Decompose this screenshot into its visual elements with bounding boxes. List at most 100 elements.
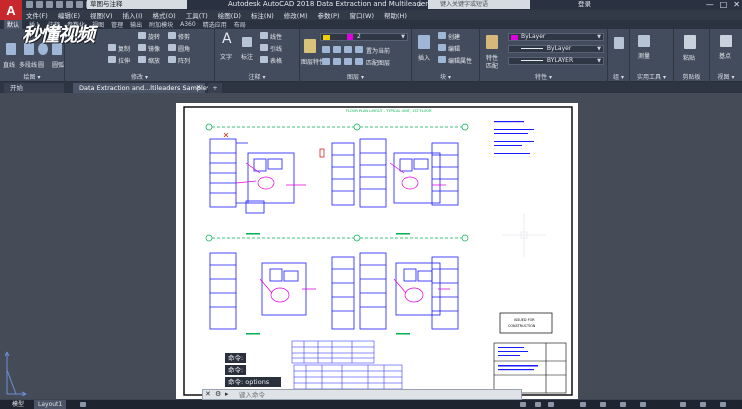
menu-tools[interactable]: 工具(T): [186, 10, 208, 20]
menu-view[interactable]: 视图(V): [90, 10, 113, 20]
modify-group-label[interactable]: 修改 ▾: [65, 72, 214, 81]
command-line[interactable]: ✕ ⚙ ▸: [202, 389, 522, 400]
menu-edit[interactable]: 编辑(E): [58, 10, 80, 20]
tab-layout[interactable]: 布局: [234, 20, 246, 29]
tab-drawing[interactable]: Data Extraction and...ltileaders Sample*…: [73, 83, 210, 93]
new-tab-button[interactable]: +: [208, 83, 222, 93]
tab-output[interactable]: 输出: [130, 20, 142, 29]
snap-icon[interactable]: [548, 402, 554, 407]
linear-icon[interactable]: [260, 32, 268, 39]
trim-icon[interactable]: [168, 32, 176, 39]
new-file-icon[interactable]: [26, 1, 33, 8]
ortho-icon[interactable]: [580, 402, 586, 407]
wrench-icon[interactable]: ⚙: [215, 390, 221, 399]
drawing-canvas[interactable]: FLOOR PLAN LAYOUT - TYPICAL UNIT, 1ST FL…: [0, 93, 742, 399]
make-current-icon[interactable]: [355, 46, 363, 53]
polyline-tool-label[interactable]: 多段线: [19, 60, 37, 69]
menu-insert[interactable]: 插入(I): [123, 10, 143, 20]
print-icon[interactable]: [66, 1, 73, 8]
login-button[interactable]: 登录: [578, 0, 591, 9]
stretch-label[interactable]: 拉伸: [118, 56, 130, 65]
linetype-dropdown[interactable]: ByLayer ▼: [508, 45, 604, 53]
grid-icon[interactable]: [535, 402, 541, 407]
workspace-icon[interactable]: [700, 402, 706, 407]
lineweight-dropdown[interactable]: BYLAYER ▼: [508, 57, 604, 65]
groups-group-label[interactable]: 组 ▾: [608, 72, 629, 81]
menu-draw[interactable]: 绘图(D): [218, 10, 241, 20]
arc-tool-label[interactable]: 圆弧: [52, 60, 64, 69]
menu-help[interactable]: 帮助(H): [384, 10, 407, 20]
text-icon[interactable]: A: [222, 31, 232, 47]
copy-icon[interactable]: [108, 44, 116, 51]
close-button[interactable]: ✕: [733, 0, 740, 9]
command-input[interactable]: [239, 390, 519, 399]
fillet-label[interactable]: 圆角: [178, 44, 190, 53]
layers-group-label[interactable]: 图层 ▾: [300, 72, 411, 81]
add-layout-icon[interactable]: [80, 402, 86, 407]
table-icon[interactable]: [260, 56, 268, 63]
group-icon[interactable]: [614, 37, 624, 49]
line-tool-label[interactable]: 直线: [3, 60, 15, 69]
close-tab-icon[interactable]: ✕: [196, 83, 201, 93]
view-group-label[interactable]: 视图 ▾: [710, 72, 742, 81]
undo-icon[interactable]: [76, 1, 83, 8]
layer-tool-icon[interactable]: [322, 58, 330, 65]
tab-addins[interactable]: 附加模块: [149, 20, 173, 29]
layout-tab[interactable]: Layout1: [34, 400, 67, 409]
array-label[interactable]: 阵列: [178, 56, 190, 65]
workspace-switcher[interactable]: 草图与注释: [87, 0, 187, 9]
menu-modify[interactable]: 修改(M): [284, 10, 308, 20]
edit-attributes-label[interactable]: 编辑属性: [448, 56, 472, 65]
insert-block-icon[interactable]: [418, 35, 430, 49]
minimize-button[interactable]: —: [706, 0, 714, 9]
block-group-label[interactable]: 块 ▾: [412, 72, 479, 81]
scale-label[interactable]: 缩放: [148, 56, 160, 65]
menu-dimension[interactable]: 标注(N): [251, 10, 274, 20]
paste-icon[interactable]: [684, 35, 696, 49]
paper-space-icon[interactable]: [520, 402, 526, 407]
create-block-label[interactable]: 创建: [448, 32, 460, 41]
properties-group-label[interactable]: 特性 ▾: [480, 72, 607, 81]
linear-label[interactable]: 线性: [270, 32, 282, 41]
search-input[interactable]: 键入关键字或短语: [428, 0, 530, 9]
scale-icon[interactable]: [138, 56, 146, 63]
model-tab[interactable]: 模型: [8, 400, 28, 409]
fillet-icon[interactable]: [168, 44, 176, 51]
mirror-label[interactable]: 镜像: [148, 44, 160, 53]
measure-icon[interactable]: [638, 35, 650, 47]
properties-icon[interactable]: [486, 35, 498, 49]
maximize-button[interactable]: □: [720, 0, 728, 9]
table-label[interactable]: 表格: [270, 56, 282, 65]
layer-tool-icon[interactable]: [322, 46, 330, 53]
measure-label[interactable]: 测量: [638, 51, 650, 60]
customize-icon[interactable]: [720, 402, 726, 407]
stretch-icon[interactable]: [108, 56, 116, 63]
rotate-icon[interactable]: [138, 32, 146, 39]
lineweight-icon[interactable]: [640, 402, 646, 407]
polar-icon[interactable]: [600, 402, 606, 407]
save-as-icon[interactable]: [56, 1, 63, 8]
paste-label[interactable]: 粘贴: [683, 53, 695, 62]
tab-manage[interactable]: 管理: [111, 20, 123, 29]
command-prompt-icon[interactable]: ▸: [225, 390, 229, 399]
layer-tool-icon[interactable]: [344, 46, 352, 53]
copy-label[interactable]: 复制: [118, 44, 130, 53]
search-icon[interactable]: ⌕: [418, 0, 422, 9]
close-icon[interactable]: ✕: [205, 390, 211, 399]
dimension-icon[interactable]: [242, 37, 252, 47]
insert-block-label[interactable]: 插入: [418, 53, 430, 62]
layer-tool-icon[interactable]: [333, 58, 341, 65]
mirror-icon[interactable]: [138, 44, 146, 51]
menu-parametric[interactable]: 参数(P): [317, 10, 339, 20]
draw-group-label[interactable]: 绘图 ▾: [0, 72, 64, 81]
open-file-icon[interactable]: [36, 1, 43, 8]
layer-tool-icon[interactable]: [333, 46, 341, 53]
layer-tool-icon[interactable]: [344, 58, 352, 65]
clipboard-group-label[interactable]: 剪贴板: [674, 72, 709, 81]
edit-block-icon[interactable]: [438, 44, 446, 51]
edit-block-label[interactable]: 编辑: [448, 44, 460, 53]
trim-label[interactable]: 修剪: [178, 32, 190, 41]
text-tool-label[interactable]: 文字: [220, 52, 232, 61]
annotation-scale-icon[interactable]: [680, 402, 686, 407]
menu-window[interactable]: 窗口(W): [349, 10, 374, 20]
